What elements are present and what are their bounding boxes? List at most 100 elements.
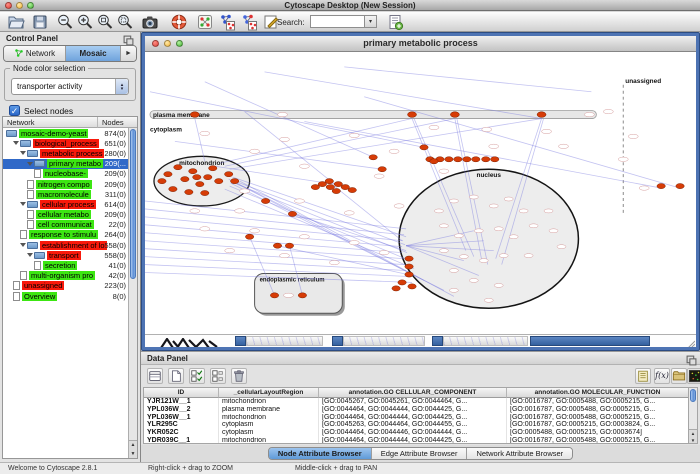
tree-row-mosaic-demo-yeast[interactable]: mosaic-demo-yeast874(0) [3, 128, 128, 138]
table-row[interactable]: YPL036W__2plasma membrane[GO:0044464, GO… [144, 406, 688, 414]
show-columns-icon[interactable] [147, 368, 163, 384]
column-header-3[interactable]: annotation.GO MOLECULAR_FUNCTION [507, 388, 688, 398]
select-attributes-icon[interactable] [189, 368, 205, 384]
table-row[interactable]: YPL036W__1mitochondrion[GO:0044464, GO:0… [144, 414, 688, 422]
tree-row-overview[interactable]: Overview8(0) [3, 291, 128, 301]
select-nodes-row: ✓ Select nodes [9, 105, 73, 116]
tree-scrollbar-arrows[interactable]: ▲▼ [129, 440, 137, 458]
table-row[interactable]: YKR052Ccytoplasm[GO:0044464, GO:0044446,… [144, 429, 688, 437]
resize-grip-icon[interactable] [685, 336, 695, 346]
minimized-window-strip[interactable] [145, 334, 696, 347]
new-attribute-icon[interactable] [168, 368, 184, 384]
unassigned-region[interactable]: unassigned [623, 78, 661, 214]
tab-network-attribute-browser[interactable]: Network Attribute Browser [467, 448, 572, 459]
minimized-window[interactable] [432, 336, 443, 346]
tree-row-response-to-stimulu[interactable]: response to stimulu264(0) [3, 230, 128, 240]
select-nodes-label: Select nodes [24, 106, 73, 116]
table-row[interactable]: YLR295Ccytoplasm[GO:0045263, GO:0044464,… [144, 421, 688, 429]
disclosure-triangle-icon[interactable] [20, 151, 26, 155]
tree-row-multi-organism-pro[interactable]: multi-organism pro42(0) [3, 271, 128, 281]
minimized-window[interactable] [530, 336, 650, 346]
open-file-icon[interactable] [7, 13, 25, 31]
membrane-node[interactable] [537, 112, 546, 118]
disclosure-triangle-icon[interactable] [27, 253, 33, 257]
membrane-node[interactable] [408, 112, 417, 118]
network-window-titlebar[interactable]: primary metabolic process [145, 36, 696, 52]
search-input[interactable] [310, 15, 364, 28]
tree-row-cellular-metabo[interactable]: cellular metabo209(0) [3, 210, 128, 220]
help-icon[interactable] [170, 13, 188, 31]
tab-mosaic[interactable]: Mosaic [66, 46, 121, 61]
annotation-icon[interactable] [262, 13, 280, 31]
zoom-selected-region-icon[interactable] [116, 13, 134, 31]
tree-row-cell-communicat[interactable]: cell communicat22(0) [3, 220, 128, 230]
table-scrollbar-arrows[interactable]: ▲▼ [689, 429, 697, 443]
tab-edge-attribute-browser[interactable]: Edge Attribute Browser [372, 448, 468, 459]
minimized-window[interactable] [332, 336, 343, 346]
tree-row-nitrogen-compo[interactable]: nitrogen compo209(0) [3, 179, 128, 189]
minimized-window[interactable] [235, 336, 246, 346]
network-from-selected-nodes-all-edges-icon[interactable] [218, 13, 236, 31]
column-header-2[interactable]: annotation.GO CELLULAR_COMPONENT [319, 388, 507, 398]
tree-header-network[interactable]: Network [3, 117, 98, 128]
search-dropdown-arrow-icon[interactable]: ▾ [364, 15, 377, 28]
column-header-1[interactable]: _cellularLayoutRegion [219, 388, 319, 398]
tree-row-secretion[interactable]: secretion41(0) [3, 260, 128, 270]
table-scrollbar-thumb[interactable] [690, 389, 696, 402]
network-from-selected-nodes-selected-edges-icon[interactable] [240, 13, 258, 31]
tree-row-node-count: 651(0) [104, 139, 126, 148]
node-color-dropdown[interactable]: transporter activity ▴▾ [11, 78, 129, 95]
float-panel-icon[interactable] [123, 33, 134, 44]
delete-attribute-icon[interactable] [231, 368, 247, 384]
tree-scrollbar-thumb[interactable] [130, 129, 136, 279]
save-session-icon[interactable] [31, 13, 49, 31]
membrane-node[interactable] [450, 112, 459, 118]
network-canvas[interactable]: plasma membranecytoplasmmitochondrionnuc… [145, 52, 696, 347]
tree-row-metabolic-process[interactable]: metabolic process280(0) [3, 148, 128, 158]
disclosure-triangle-icon[interactable] [20, 243, 26, 247]
network-graph[interactable]: plasma membranecytoplasmmitochondrionnuc… [145, 52, 696, 347]
tab-network[interactable]: Network [4, 46, 66, 61]
tab-overflow-arrow[interactable]: ► [121, 46, 136, 61]
tree-row-unassigned[interactable]: unassigned223(0) [3, 281, 128, 291]
minimized-window[interactable] [343, 336, 425, 346]
create-network-icon[interactable] [196, 13, 214, 31]
tree-row-nucleobase-[interactable]: nucleobase-209(0) [3, 169, 128, 179]
tab-node-attribute-browser[interactable]: Node Attribute Browser [269, 448, 372, 459]
snapshot-icon[interactable] [141, 13, 159, 31]
membrane-node[interactable] [190, 112, 199, 118]
tree-row-establishment-of-lo[interactable]: establishment of lo558(0) [3, 240, 128, 250]
notepad-icon[interactable] [635, 368, 651, 384]
tree-header-nodes[interactable]: Nodes [98, 117, 137, 128]
nucleus-region[interactable]: nucleus [399, 169, 578, 308]
matrix-view-icon[interactable] [687, 368, 700, 384]
select-nodes-checkbox[interactable]: ✓ [9, 105, 20, 116]
zoom-out-icon[interactable] [56, 13, 74, 31]
formula-builder-icon[interactable]: f(x) [654, 368, 670, 384]
disclosure-triangle-icon[interactable] [20, 202, 26, 206]
zoom-fit-icon[interactable] [96, 13, 114, 31]
minimized-window[interactable] [443, 336, 528, 346]
configure-search-icon[interactable] [386, 13, 404, 31]
disclosure-triangle-icon[interactable] [13, 141, 19, 145]
tree-row-transport[interactable]: transport558(0) [3, 250, 128, 260]
tree-row-node-count: 41(0) [108, 261, 126, 270]
import-attributes-icon[interactable] [671, 368, 687, 384]
tree-row-cellular-process[interactable]: cellular process614(0) [3, 199, 128, 209]
data-panel-header: Data Panel [141, 352, 700, 365]
tree-row-macromolecule[interactable]: macromolecule311(0) [3, 189, 128, 199]
tree-scrollbar[interactable]: ▲▼ [128, 128, 137, 458]
unselect-attributes-icon[interactable] [210, 368, 226, 384]
minimized-window[interactable] [246, 336, 323, 346]
tree-row-primary-metabo[interactable]: primary metabo209(... [3, 159, 128, 169]
table-row[interactable]: YJR121W__1mitochondrion[GO:0045267, GO:0… [144, 398, 688, 406]
table-scrollbar[interactable]: ▲▼ [688, 387, 698, 444]
plasma-membrane-region[interactable]: plasma membrane [150, 111, 596, 119]
disclosure-triangle-icon[interactable] [27, 162, 33, 166]
tree-row-biological-process[interactable]: biological_process651(0) [3, 138, 128, 148]
float-data-panel-icon[interactable] [686, 353, 697, 364]
minimized-window[interactable] [159, 336, 226, 346]
column-header-0[interactable]: ID [144, 388, 219, 398]
zoom-in-icon[interactable] [76, 13, 94, 31]
table-row[interactable]: YDR039C__1mitochondrion[GO:0044464, GO:0… [144, 437, 688, 444]
